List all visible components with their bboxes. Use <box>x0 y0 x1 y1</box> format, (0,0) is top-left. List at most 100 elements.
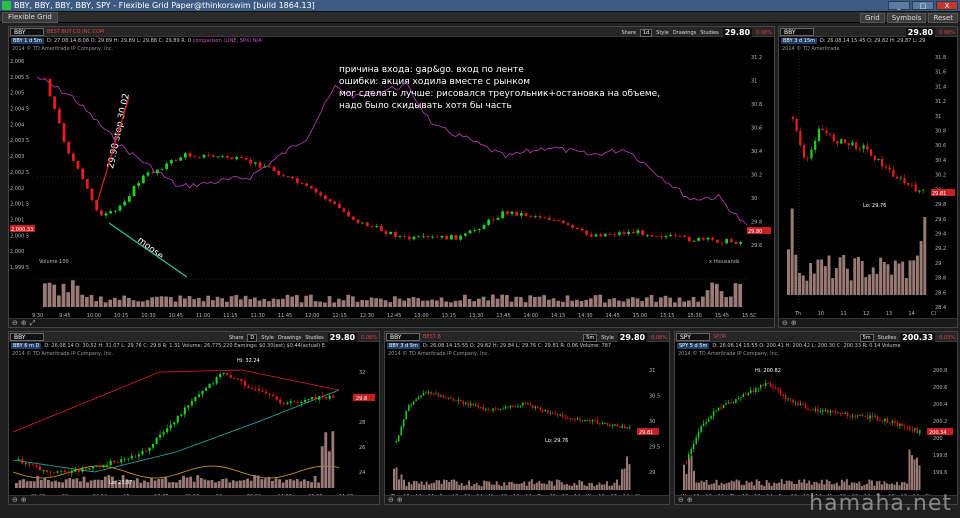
candle <box>702 423 705 427</box>
volume-bar <box>225 301 229 307</box>
candle <box>678 235 682 237</box>
y-axis-label: 29.8 <box>935 202 946 208</box>
volume-bar <box>52 284 57 307</box>
volume-bar <box>815 482 818 490</box>
volume-bar <box>400 474 403 490</box>
volume-bar <box>178 295 183 307</box>
zoom-out-icon[interactable]: ⊖ <box>12 319 18 327</box>
minimize-button[interactable]: _ <box>888 1 910 10</box>
maximize-button[interactable]: □ <box>912 1 934 10</box>
volume-bar <box>870 480 873 490</box>
bottom-mid-chart-canvas[interactable]: 3130.53029.529Lo: 29.7629.81Th101214Fr10… <box>385 332 670 505</box>
candle <box>53 472 56 474</box>
candle <box>829 411 832 413</box>
candle <box>601 423 604 425</box>
volume-bar <box>197 297 201 307</box>
volume-bar <box>271 480 274 488</box>
volume-bar <box>607 299 612 307</box>
volume-bar <box>388 302 393 307</box>
candle <box>739 242 743 244</box>
volume-bar <box>257 300 262 307</box>
volume-bar <box>94 301 99 307</box>
volume-bar <box>331 431 335 488</box>
candle <box>272 166 276 171</box>
volume-bar <box>853 482 856 490</box>
volume-bar <box>878 480 881 490</box>
volume-bar <box>43 283 47 307</box>
zoom-out-icon[interactable]: ⊖ <box>782 319 788 327</box>
candle <box>851 142 854 146</box>
symbols-button[interactable]: Symbols <box>886 13 927 23</box>
zoom-out-icon[interactable]: ⊖ <box>678 496 684 504</box>
zoom-out-icon[interactable]: ⊖ <box>12 496 18 504</box>
volume-bar <box>701 296 705 307</box>
main-chart-canvas[interactable]: 2,006 2,005.5 2,005 2,004.5 2,004 2,003.5 2,00… <box>9 27 775 328</box>
x-axis-label: 13 <box>886 311 892 317</box>
candle <box>617 232 621 235</box>
volume-bar <box>690 455 693 490</box>
volume-bar <box>556 300 561 307</box>
zoom-out-icon[interactable]: ⊖ <box>388 496 394 504</box>
candle <box>519 405 522 407</box>
candle <box>165 163 169 170</box>
volume-label: Volume 100 <box>39 259 69 265</box>
candle <box>564 417 566 418</box>
zoom-in-icon[interactable]: ⊕ <box>21 496 27 504</box>
volume-bar <box>631 297 635 307</box>
candle <box>379 226 383 232</box>
candle <box>685 462 687 463</box>
volume-bar <box>904 277 908 295</box>
volume-bar <box>478 485 481 490</box>
candle <box>922 189 925 191</box>
grid-button[interactable]: Grid <box>860 13 885 23</box>
bottom-left-chart-canvas[interactable]: 3230282624Hi: 32.24Lo: 23.8729.801:03031… <box>9 332 380 505</box>
right-top-chart-canvas[interactable]: 31.831.631.431.23130.830.630.430.23029.8… <box>779 27 958 328</box>
volume-bar <box>228 482 232 488</box>
volume-bar <box>719 291 724 307</box>
candle <box>474 404 477 406</box>
volume-bar <box>879 257 883 295</box>
candle <box>599 423 601 425</box>
volume-bar <box>513 483 516 490</box>
volume-bar <box>801 275 805 295</box>
volume-bar <box>485 481 488 490</box>
y-axis-label-left: 2,003.5 <box>10 138 29 144</box>
volume-bar <box>458 484 461 490</box>
volume-bar <box>428 484 431 490</box>
volume-bar <box>306 481 310 488</box>
candle <box>240 379 243 382</box>
candle <box>286 176 290 178</box>
volume-bar <box>910 455 913 490</box>
volume-bar <box>724 297 729 307</box>
volume-bar <box>743 484 746 490</box>
volume-bar <box>523 302 528 307</box>
candle <box>869 415 871 419</box>
candle <box>910 184 914 186</box>
volume-bar <box>843 481 846 490</box>
candle <box>629 427 631 429</box>
candle <box>48 79 52 97</box>
zoom-in-icon[interactable]: ⊕ <box>791 319 797 327</box>
candle <box>529 404 532 406</box>
zoom-in-icon[interactable]: ⊕ <box>21 319 27 327</box>
thinkorswim-window: BBY, BBY, BBY, BBY, SPY - Flexible Grid … <box>0 0 960 518</box>
volume-bar <box>560 482 563 490</box>
candle <box>549 412 552 414</box>
zoom-in-icon[interactable]: ⊕ <box>687 496 693 504</box>
expand-icon[interactable]: ⤢ <box>30 319 36 328</box>
bottom-right-chart-canvas[interactable]: 200.8 200.6 200.4 200.2 200 199.8 199.6 Hi: 200… <box>675 332 958 505</box>
volume-bar <box>472 301 477 307</box>
close-button[interactable]: X <box>936 1 958 10</box>
zoom-in-icon[interactable]: ⊕ <box>397 496 403 504</box>
reset-button[interactable]: Reset <box>928 13 958 23</box>
tab-flexible-grid[interactable]: Flexible Grid <box>2 11 58 23</box>
candle <box>437 393 440 397</box>
volume-bar <box>89 294 94 307</box>
candle <box>482 224 486 230</box>
volume-bar <box>421 300 425 307</box>
candle <box>487 219 491 225</box>
candle <box>412 401 415 405</box>
candle <box>817 409 819 412</box>
volume-bar <box>698 482 701 490</box>
candle <box>35 465 38 467</box>
